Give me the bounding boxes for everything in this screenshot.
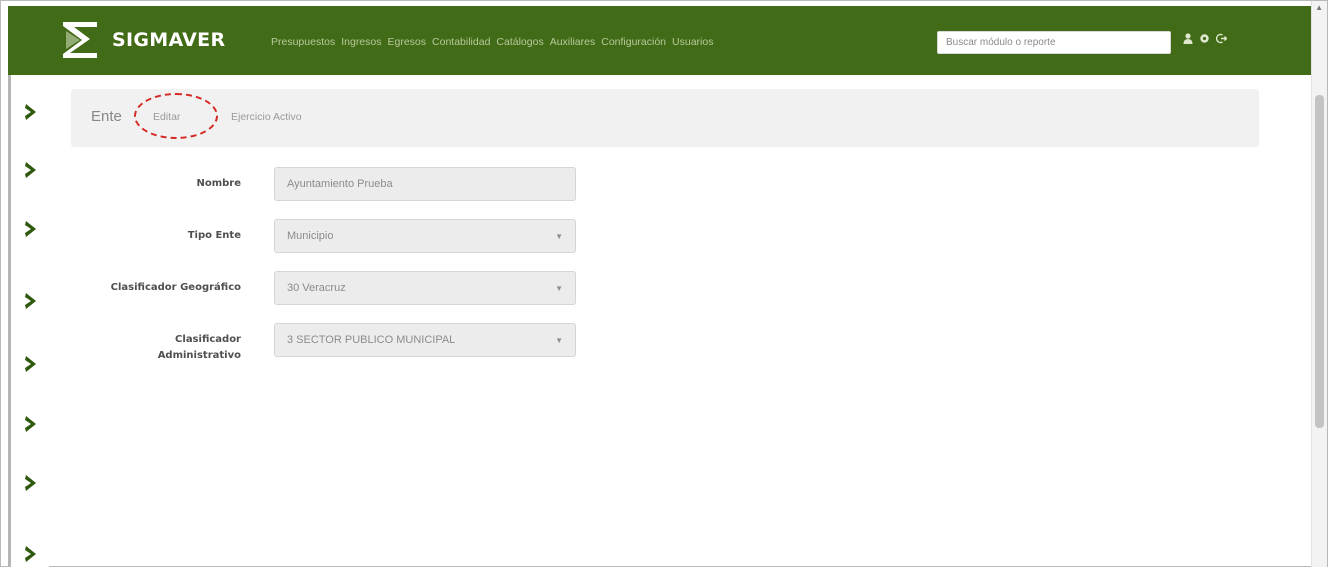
geo-select[interactable]: 30 Veracruz ▼ xyxy=(274,271,576,305)
admin-value: 3 SECTOR PUBLICO MUNICIPAL xyxy=(287,334,456,346)
brand-name: SIGMAVER xyxy=(112,29,226,51)
caret-down-icon: ▼ xyxy=(555,283,563,293)
sidebar xyxy=(8,75,49,567)
app-window: SIGMAVER Presupuestos Ingresos Egresos C… xyxy=(0,0,1328,567)
nav-item-configuracion[interactable]: Configuración xyxy=(601,36,666,48)
gear-icon[interactable] xyxy=(1198,33,1211,47)
admin-label-line2: Administrativo xyxy=(157,350,241,361)
caret-down-icon: ▼ xyxy=(555,231,563,241)
scrollbar[interactable]: ▲ xyxy=(1311,1,1327,567)
brand[interactable]: SIGMAVER xyxy=(60,14,225,66)
nav-item-contabilidad[interactable]: Contabilidad xyxy=(432,36,490,48)
user-icon[interactable] xyxy=(1181,33,1194,47)
scroll-up-icon[interactable]: ▲ xyxy=(1315,3,1323,12)
chevron-right-icon[interactable] xyxy=(24,545,38,563)
admin-select[interactable]: 3 SECTOR PUBLICO MUNICIPAL ▼ xyxy=(274,323,576,357)
geo-value: 30 Veracruz xyxy=(287,282,346,294)
tipo-ente-select[interactable]: Municipio ▼ xyxy=(274,219,576,253)
nav-item-auxiliares[interactable]: Auxiliares xyxy=(550,36,596,48)
nav-item-catalogos[interactable]: Catálogos xyxy=(496,36,543,48)
nombre-label: Nombre xyxy=(196,178,241,189)
tipo-ente-value: Municipio xyxy=(287,230,334,242)
annotation-highlight xyxy=(134,93,218,139)
nav-item-usuarios[interactable]: Usuarios xyxy=(672,36,713,48)
caret-down-icon: ▼ xyxy=(555,335,563,345)
chevron-right-icon[interactable] xyxy=(24,292,38,310)
nombre-field[interactable]: Ayuntamiento Prueba xyxy=(274,167,576,201)
chevron-right-icon[interactable] xyxy=(24,103,38,121)
top-navbar: SIGMAVER Presupuestos Ingresos Egresos C… xyxy=(8,6,1313,75)
breadcrumb-section[interactable]: Ente xyxy=(91,108,122,125)
breadcrumb: Ente Editar Ejercicio Activo xyxy=(71,89,1259,147)
nav-icons xyxy=(1181,33,1228,47)
logout-icon[interactable] xyxy=(1215,33,1228,47)
chevron-right-icon[interactable] xyxy=(24,415,38,433)
admin-label-line1: Clasificador xyxy=(175,334,241,345)
nav-item-ingresos[interactable]: Ingresos xyxy=(341,36,381,48)
nav-item-presupuestos[interactable]: Presupuestos xyxy=(271,36,335,48)
chevron-right-icon[interactable] xyxy=(24,220,38,238)
search-input[interactable] xyxy=(937,31,1171,54)
geo-label: Clasificador Geográfico xyxy=(110,282,241,293)
scrollbar-thumb[interactable] xyxy=(1315,95,1324,428)
chevron-right-icon[interactable] xyxy=(24,474,38,492)
chevron-right-icon[interactable] xyxy=(24,161,38,179)
breadcrumb-active: Ejercicio Activo xyxy=(231,111,302,123)
admin-label: Clasificador Administrativo xyxy=(71,332,241,364)
tipo-ente-label: Tipo Ente xyxy=(187,230,241,241)
chevron-right-icon[interactable] xyxy=(24,355,38,373)
sigmaver-logo-icon xyxy=(63,22,97,58)
nav-item-egresos[interactable]: Egresos xyxy=(388,36,427,48)
nombre-value: Ayuntamiento Prueba xyxy=(287,178,393,190)
nav-menu: Presupuestos Ingresos Egresos Contabilid… xyxy=(271,36,719,48)
